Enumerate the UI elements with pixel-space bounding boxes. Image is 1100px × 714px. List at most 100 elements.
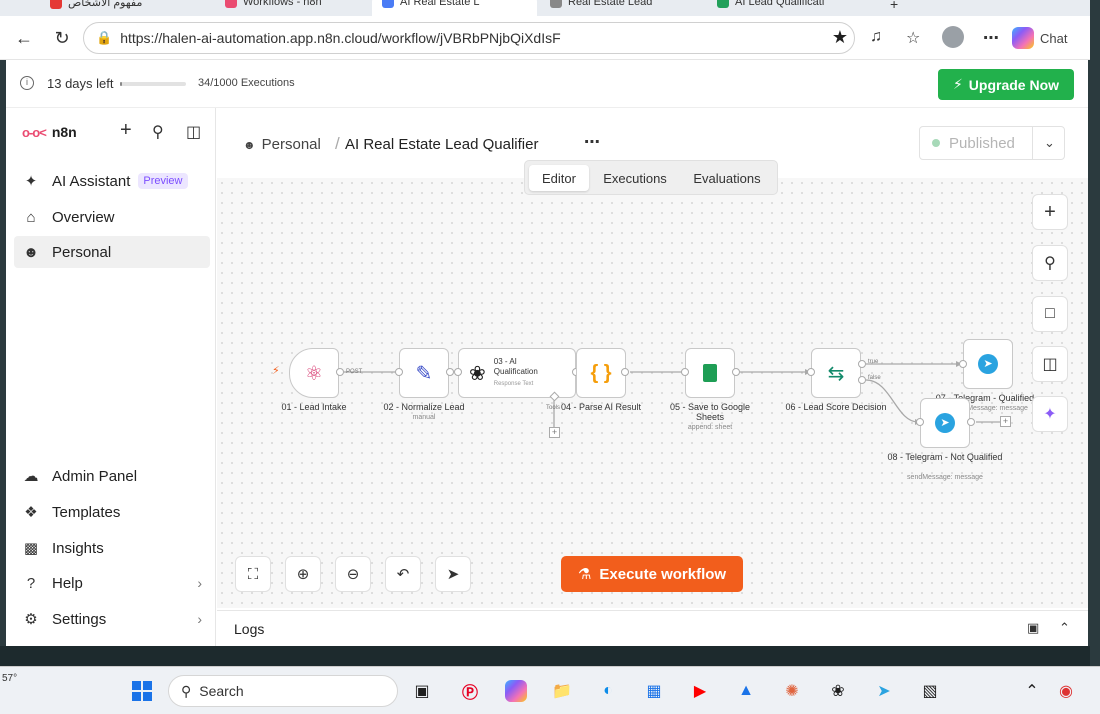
output-port-true[interactable] [858,360,866,368]
microsoft-store-icon[interactable]: ▦ [642,679,666,703]
address-bar[interactable]: 🔒 https://halen-ai-automation.app.n8n.cl… [83,22,855,54]
fit-view-button[interactable]: ⛶ [235,556,271,592]
output-port[interactable] [336,368,344,376]
more-options-icon[interactable]: ⋯ [584,132,600,152]
browser-tab[interactable]: Real Estate Lead [540,0,705,16]
n8n-logo[interactable]: o-o< n8n [22,124,77,140]
search-icon: ⚲ [1044,255,1056,272]
input-port[interactable] [395,368,403,376]
media-icon[interactable]: ♫ [870,28,882,46]
sidebar-item-settings[interactable]: ⚙ Settings › [14,603,210,635]
output-port[interactable] [732,368,740,376]
browser-tab[interactable]: Workflows - n8n [215,0,365,16]
sidebar-item-ai-assistant[interactable]: ✦ AI Assistant Preview [14,165,210,197]
windows-start-icon[interactable] [130,679,154,703]
telegram-icon: ➤ [978,354,998,374]
copilot-chat-button[interactable]: Chat [1012,24,1067,52]
site-info-icon[interactable]: 🔒 [96,30,112,46]
workflow-title[interactable]: AI Real Estate Lead Qualifier [345,136,538,153]
youtube-icon[interactable]: ▶ [688,679,712,703]
toggle-panel-button[interactable]: ◫ [1032,346,1068,382]
ai-assistant-button[interactable]: ✦ [1032,396,1068,432]
taskbar-search[interactable]: ⚲ Search [168,675,398,707]
add-node-plus-icon[interactable]: + [1000,416,1011,427]
output-port[interactable] [967,418,975,426]
add-node-button[interactable]: + [1032,194,1068,230]
output-port[interactable] [621,368,629,376]
node-normalize-lead[interactable]: ✎ [399,348,449,398]
sticky-note-button[interactable]: □ [1032,296,1068,332]
profile-avatar[interactable] [942,26,964,48]
edge-label-true: true [868,359,879,365]
sidebar-item-admin-panel[interactable]: ☁ Admin Panel [14,460,210,492]
tab-editor[interactable]: Editor [529,165,589,191]
node-save-google-sheets[interactable] [685,348,735,398]
browser-tab-active[interactable]: AI Real Estate L [372,0,537,16]
breadcrumb-project[interactable]: ☻ Personal [243,136,321,153]
input-port[interactable] [807,368,815,376]
node-parse-ai-result[interactable]: { } [576,348,626,398]
add-tool-plus-icon[interactable]: + [549,427,560,438]
more-options-icon[interactable]: ⋯ [983,28,999,48]
favorites-icon[interactable]: ☆ [906,28,920,48]
input-port[interactable] [681,368,689,376]
network-status-icon[interactable]: ◉ [1054,679,1078,703]
back-icon[interactable]: ← [12,26,36,50]
zoom-in-button[interactable]: ⊕ [285,556,321,592]
photos-icon[interactable]: ▲ [734,679,758,703]
node-telegram-qualified[interactable]: ➤ [963,339,1013,389]
pinterest-icon[interactable]: Ⓟ [458,679,482,703]
input-port[interactable] [959,360,967,368]
sidebar-item-overview[interactable]: ⌂ Overview [14,201,210,233]
collapse-sidebar-icon[interactable]: ◫ [186,122,201,142]
copilot-icon[interactable] [504,679,528,703]
node-lead-score-decision[interactable]: ⇆ [811,348,861,398]
trial-banner: i 13 days left 34/1000 Executions ⚡ Upgr… [6,60,1088,108]
task-view-icon[interactable]: ▣ [410,679,434,703]
search-icon: ⚲ [181,682,192,699]
search-nodes-button[interactable]: ⚲ [1032,245,1068,281]
edge-browser-icon[interactable]: ◐ [596,679,620,703]
logs-panel[interactable]: Logs ▣ ⌃ [217,610,1088,646]
sidebar-item-insights[interactable]: ▩ Insights [14,532,210,564]
tab-executions[interactable]: Executions [593,165,677,191]
execute-workflow-button[interactable]: ⚗ Execute workflow [561,556,743,592]
tidy-up-button[interactable]: ➤ [435,556,471,592]
node-label: 06 - Lead Score Decision [785,402,887,412]
claude-icon[interactable]: ✺ [780,679,804,703]
browser-tab[interactable]: مفهوم الأشخاص [40,0,210,16]
sidebar-item-personal[interactable]: ☻ Personal [14,236,210,268]
weather-temp[interactable]: 57° [2,673,17,684]
reload-icon[interactable]: ↻ [50,26,74,50]
chevron-down-icon[interactable]: ⌄ [1044,135,1055,151]
upgrade-now-button[interactable]: ⚡ Upgrade Now [938,69,1074,100]
undo-button[interactable]: ↶ [385,556,421,592]
chevron-up-icon[interactable]: ⌃ [1059,620,1070,636]
node-telegram-not-qualified[interactable]: ➤ [920,398,970,448]
input-port[interactable] [916,418,924,426]
tab-evaluations[interactable]: Evaluations [681,165,773,191]
zoom-out-button[interactable]: ⊖ [335,556,371,592]
sidebar-item-help[interactable]: ? Help › [14,567,210,599]
terminal-icon[interactable]: ▧ [918,679,942,703]
telegram-icon[interactable]: ➤ [872,679,896,703]
favorite-star-icon[interactable]: ★ [832,27,848,48]
node-ai-qualification[interactable]: ❀ 03 - AI Qualification Response Text [458,348,576,398]
file-explorer-icon[interactable]: 📁 [550,679,574,703]
home-icon: ⌂ [26,208,36,226]
breadcrumb-separator: / [335,134,340,153]
output-port[interactable] [446,368,454,376]
node-label: 05 - Save to Google Sheets [669,402,751,422]
output-port-false[interactable] [858,376,866,384]
input-port[interactable] [454,368,462,376]
node-lead-intake[interactable]: ⚛ [289,348,339,398]
browser-tab[interactable]: AI Lead Qualificati [707,0,877,16]
chevron-up-icon[interactable]: ⌃ [1020,679,1044,703]
publish-status-button[interactable]: Published ⌄ [919,126,1065,160]
new-tab-button[interactable]: + [880,0,900,16]
search-icon[interactable]: ⚲ [152,122,164,142]
chatgpt-icon[interactable]: ❀ [826,679,850,703]
sidebar-item-templates[interactable]: ❖ Templates [14,496,210,528]
create-plus-icon[interactable]: + [120,119,132,142]
open-in-new-icon[interactable]: ▣ [1027,620,1039,636]
